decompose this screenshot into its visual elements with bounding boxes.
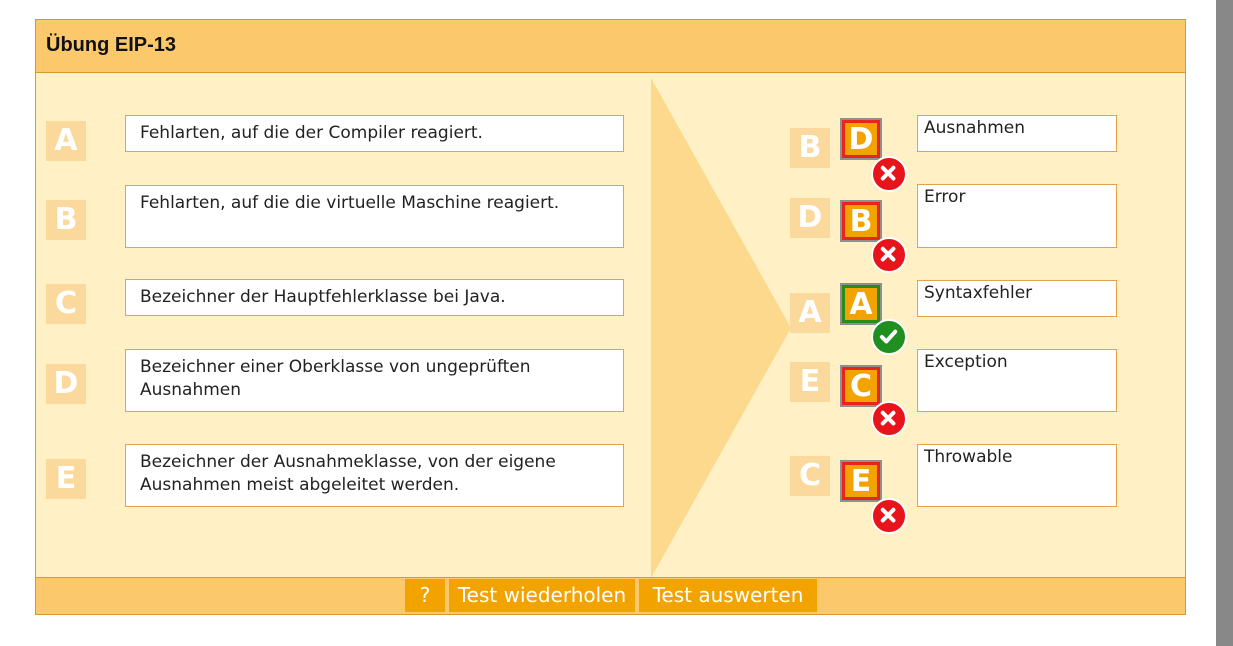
x-circle-icon xyxy=(871,498,907,534)
answer-choice-1[interactable]: D xyxy=(840,118,882,160)
exercise-panel: Übung EIP-13 A Fehlarten, auf die der Co… xyxy=(35,19,1186,615)
statement-e: Bezeichner der Ausnahmeklasse, von der e… xyxy=(125,444,624,507)
arrow-graphic xyxy=(651,78,791,578)
statement-letter-a: A xyxy=(46,121,86,161)
page-title: Übung EIP-13 xyxy=(46,34,177,56)
answer-choice-5[interactable]: E xyxy=(840,460,882,502)
x-circle-icon xyxy=(871,156,907,192)
evaluate-test-button[interactable]: Test auswerten xyxy=(639,579,817,612)
answer-label-3: Syntaxfehler xyxy=(917,280,1117,317)
answer-choice-3[interactable]: A xyxy=(840,283,882,325)
statement-c: Bezeichner der Hauptfehlerklasse bei Jav… xyxy=(125,279,624,316)
correct-letter-3: A xyxy=(790,293,830,333)
answer-label-2: Error xyxy=(917,184,1117,248)
answer-choice-letter: A xyxy=(842,285,880,323)
statement-letter-c: C xyxy=(46,284,86,324)
x-circle-icon xyxy=(871,237,907,273)
statement-a: Fehlarten, auf die der Compiler reagiert… xyxy=(125,115,624,152)
answer-choice-2[interactable]: B xyxy=(840,200,882,242)
correct-letter-5: C xyxy=(790,456,830,496)
correct-letter-2: D xyxy=(790,198,830,238)
answer-choice-letter: C xyxy=(842,367,880,405)
answer-label-1: Ausnahmen xyxy=(917,115,1117,152)
help-button[interactable]: ? xyxy=(405,579,445,612)
correct-letter-4: E xyxy=(790,362,830,402)
answer-choice-letter: E xyxy=(842,462,880,500)
answer-label-4: Exception xyxy=(917,349,1117,412)
repeat-test-button[interactable]: Test wiederholen xyxy=(449,579,635,612)
answer-choice-4[interactable]: C xyxy=(840,365,882,407)
statement-letter-d: D xyxy=(46,364,86,404)
footer-bar: ? Test wiederholen Test auswerten xyxy=(36,577,1185,614)
statement-letter-e: E xyxy=(46,459,86,499)
correct-letter-1: B xyxy=(790,128,830,168)
statement-d: Bezeichner einer Oberklasse von ungeprüf… xyxy=(125,349,624,412)
answer-choice-letter: B xyxy=(842,202,880,240)
panel-header: Übung EIP-13 xyxy=(36,20,1185,73)
check-circle-icon xyxy=(871,319,907,355)
statement-b: Fehlarten, auf die die virtuelle Maschin… xyxy=(125,185,624,248)
scrollbar[interactable] xyxy=(1216,0,1233,646)
answer-choice-letter: D xyxy=(842,120,880,158)
statement-letter-b: B xyxy=(46,200,86,240)
x-circle-icon xyxy=(871,401,907,437)
answer-label-5: Throwable xyxy=(917,444,1117,507)
